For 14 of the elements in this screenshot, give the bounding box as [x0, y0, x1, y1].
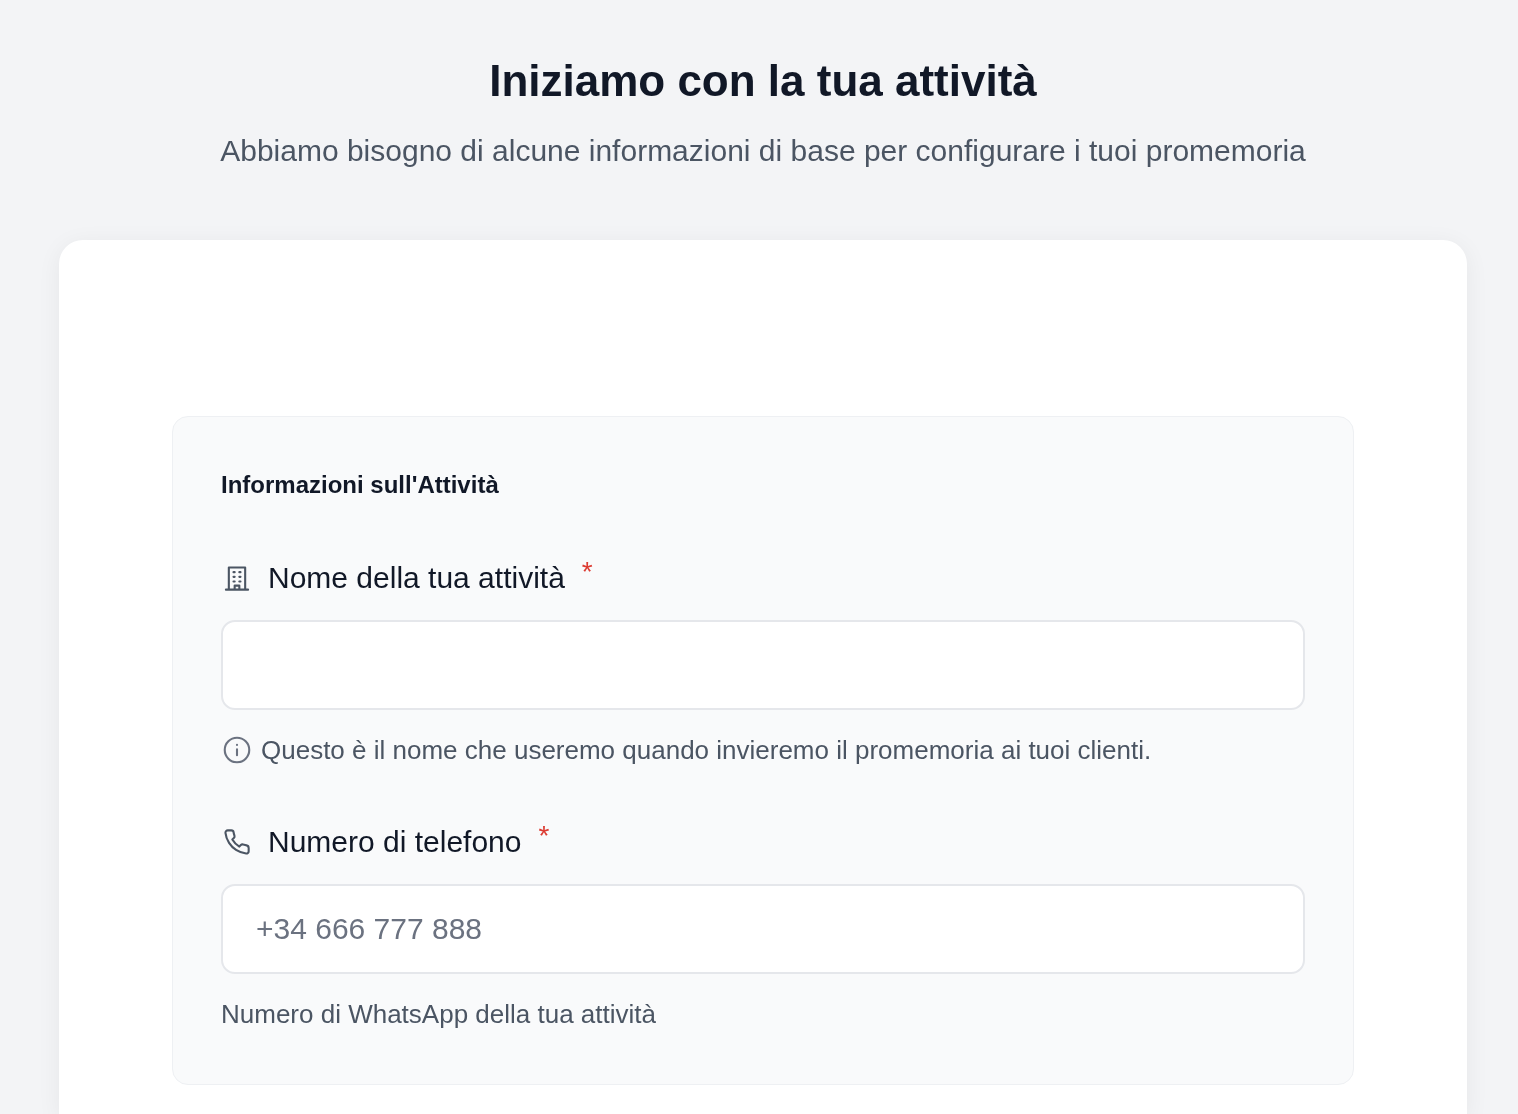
building-icon	[223, 564, 251, 592]
required-mark: *	[581, 555, 593, 589]
required-mark: *	[538, 819, 550, 853]
page-subtitle: Abbiamo bisogno di alcune informazioni di base per configurare i tuoi promemoria	[220, 133, 1306, 169]
text-input[interactable]	[221, 620, 1305, 710]
field-label: Numero di telefono	[268, 824, 522, 860]
info-icon	[223, 736, 251, 764]
help-text: Numero di WhatsApp della tua attività	[221, 998, 656, 1031]
text-input[interactable]: +34 666 777 888	[221, 884, 1305, 974]
field-label: Nome della tua attività	[268, 560, 565, 596]
page-title: Iniziamo con la tua attività	[489, 55, 1037, 107]
help-text: Questo è il nome che useremo quando invieremo il promemoria ai tuoi clienti.	[261, 734, 1152, 767]
phone-icon	[223, 828, 251, 856]
section-title: Informazioni sull'Attività	[221, 470, 500, 500]
